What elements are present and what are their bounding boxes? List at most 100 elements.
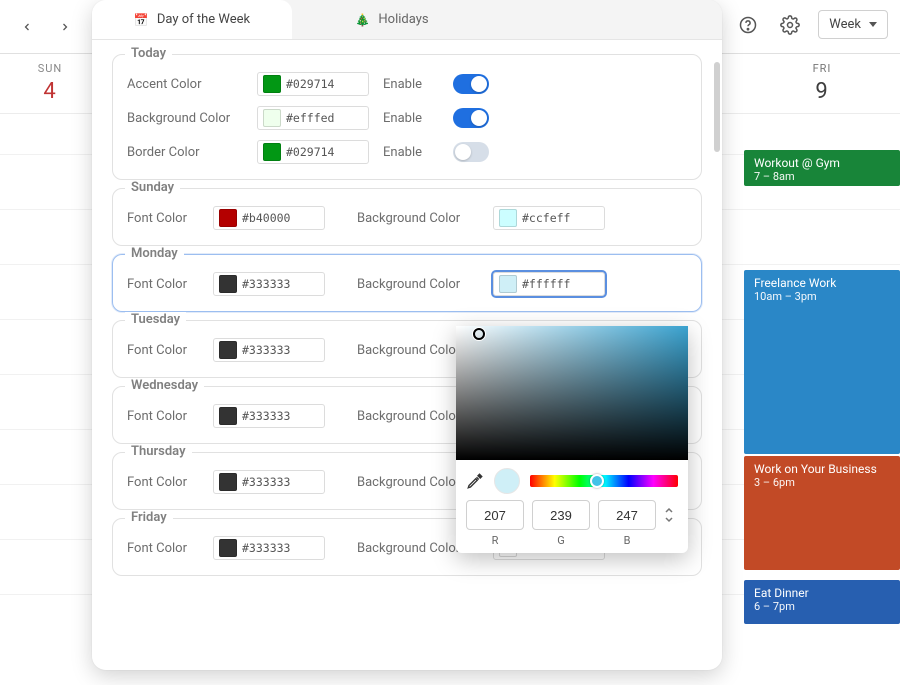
color-swatch <box>219 539 237 557</box>
font-color-input[interactable]: #b40000 <box>213 206 325 230</box>
enable-label: Enable <box>383 111 439 126</box>
background-color-input[interactable]: #efffed <box>257 106 369 130</box>
calendar-event[interactable]: Work on Your Business3 – 6pm <box>744 456 900 570</box>
color-value: #efffed <box>286 111 334 125</box>
day-number: 4 <box>0 79 100 104</box>
section-title: Thursday <box>125 444 192 459</box>
hue-slider-thumb[interactable] <box>590 474 604 488</box>
font-color-input[interactable]: #333333 <box>213 338 325 362</box>
dialog-tabs: 📅 Day of the Week 🎄 Holidays <box>92 0 722 40</box>
enable-label: Enable <box>383 77 439 92</box>
color-value: #333333 <box>242 475 290 489</box>
calendar-event[interactable]: Eat Dinner6 – 7pm <box>744 580 900 624</box>
section-today: Today Accent Color #029714 Enable Backgr… <box>112 54 702 180</box>
color-swatch <box>219 407 237 425</box>
events-column: Workout @ Gym7 – 8am Freelance Work10am –… <box>744 150 900 626</box>
view-select-label: Week <box>829 17 861 32</box>
hue-slider[interactable] <box>530 475 678 487</box>
background-enable-toggle[interactable] <box>453 108 489 128</box>
color-swatch <box>219 209 237 227</box>
accent-enable-toggle[interactable] <box>453 74 489 94</box>
prev-button[interactable] <box>14 14 40 40</box>
tab-holidays[interactable]: 🎄 Holidays <box>292 0 492 39</box>
border-color-input[interactable]: #029714 <box>257 140 369 164</box>
event-title: Freelance Work <box>754 276 890 290</box>
color-g-input[interactable] <box>532 500 590 530</box>
color-value: #333333 <box>242 277 290 291</box>
day-number: 9 <box>744 79 900 104</box>
color-swatch <box>219 473 237 491</box>
help-icon <box>738 15 758 35</box>
color-swatch <box>499 275 517 293</box>
event-time: 7 – 8am <box>754 170 890 183</box>
border-color-label: Border Color <box>127 145 243 160</box>
topbar-right: Week <box>734 10 888 39</box>
tree-icon: 🎄 <box>355 13 370 27</box>
accent-color-input[interactable]: #029714 <box>257 72 369 96</box>
color-r-input[interactable] <box>466 500 524 530</box>
accent-color-label: Accent Color <box>127 77 243 92</box>
section-sunday: SundayFont Color#b40000Background Color#… <box>112 188 702 246</box>
gear-icon <box>780 15 800 35</box>
font-color-input[interactable]: #333333 <box>213 470 325 494</box>
calendar-icon: 📅 <box>134 13 149 27</box>
eyedropper-icon <box>466 472 484 490</box>
background-color-input[interactable]: #ffffff <box>493 272 605 296</box>
enable-label: Enable <box>383 145 439 160</box>
font-color-label: Font Color <box>127 541 199 556</box>
color-swatch <box>263 143 281 161</box>
tab-day-of-week[interactable]: 📅 Day of the Week <box>92 0 292 39</box>
event-time: 10am – 3pm <box>754 290 890 303</box>
font-color-label: Font Color <box>127 211 199 226</box>
color-swatch <box>263 109 281 127</box>
chevron-right-icon <box>59 21 71 33</box>
r-label: R <box>466 534 524 547</box>
eyedropper-button[interactable] <box>466 472 484 490</box>
event-time: 3 – 6pm <box>754 476 890 489</box>
section-title: Tuesday <box>125 312 186 327</box>
color-b-input[interactable] <box>598 500 656 530</box>
color-value: #029714 <box>286 145 334 159</box>
color-value: #029714 <box>286 77 334 91</box>
color-swatch <box>219 341 237 359</box>
color-mode-toggle[interactable] <box>664 507 678 541</box>
section-title: Wednesday <box>125 378 204 393</box>
background-color-label: Background Color <box>127 111 243 126</box>
next-button[interactable] <box>52 14 78 40</box>
color-value: #333333 <box>242 541 290 555</box>
color-swatch <box>263 75 281 93</box>
help-button[interactable] <box>734 11 762 39</box>
tab-label: Holidays <box>378 12 428 27</box>
view-select[interactable]: Week <box>818 10 888 39</box>
caret-down-icon <box>869 22 877 27</box>
color-value: #333333 <box>242 409 290 423</box>
calendar-event[interactable]: Workout @ Gym7 – 8am <box>744 150 900 186</box>
settings-button[interactable] <box>776 11 804 39</box>
font-color-label: Font Color <box>127 277 199 292</box>
calendar-event[interactable]: Freelance Work10am – 3pm <box>744 270 900 454</box>
background-color-input[interactable]: #ccfeff <box>493 206 605 230</box>
font-color-input[interactable]: #333333 <box>213 272 325 296</box>
updown-icon <box>664 507 674 523</box>
color-value: #ccfeff <box>522 211 570 225</box>
b-label: B <box>598 534 656 547</box>
font-color-input[interactable]: #333333 <box>213 536 325 560</box>
color-value: #b40000 <box>242 211 290 225</box>
day-label: SUN <box>0 62 100 75</box>
color-value: #333333 <box>242 343 290 357</box>
color-value: #ffffff <box>522 277 570 291</box>
section-title: Monday <box>125 246 184 261</box>
scrollbar-thumb[interactable] <box>714 62 720 152</box>
color-picker: R G B <box>456 326 688 553</box>
border-enable-toggle[interactable] <box>453 142 489 162</box>
tab-label: Day of the Week <box>157 12 250 27</box>
section-title: Today <box>125 46 172 61</box>
color-swatch <box>499 209 517 227</box>
event-time: 6 – 7pm <box>754 600 890 613</box>
font-color-input[interactable]: #333333 <box>213 404 325 428</box>
event-title: Eat Dinner <box>754 586 890 600</box>
section-monday: MondayFont Color#333333Background Color#… <box>112 254 702 312</box>
event-title: Workout @ Gym <box>754 156 890 170</box>
sv-cursor[interactable] <box>473 328 485 340</box>
color-saturation-value[interactable] <box>456 326 688 460</box>
